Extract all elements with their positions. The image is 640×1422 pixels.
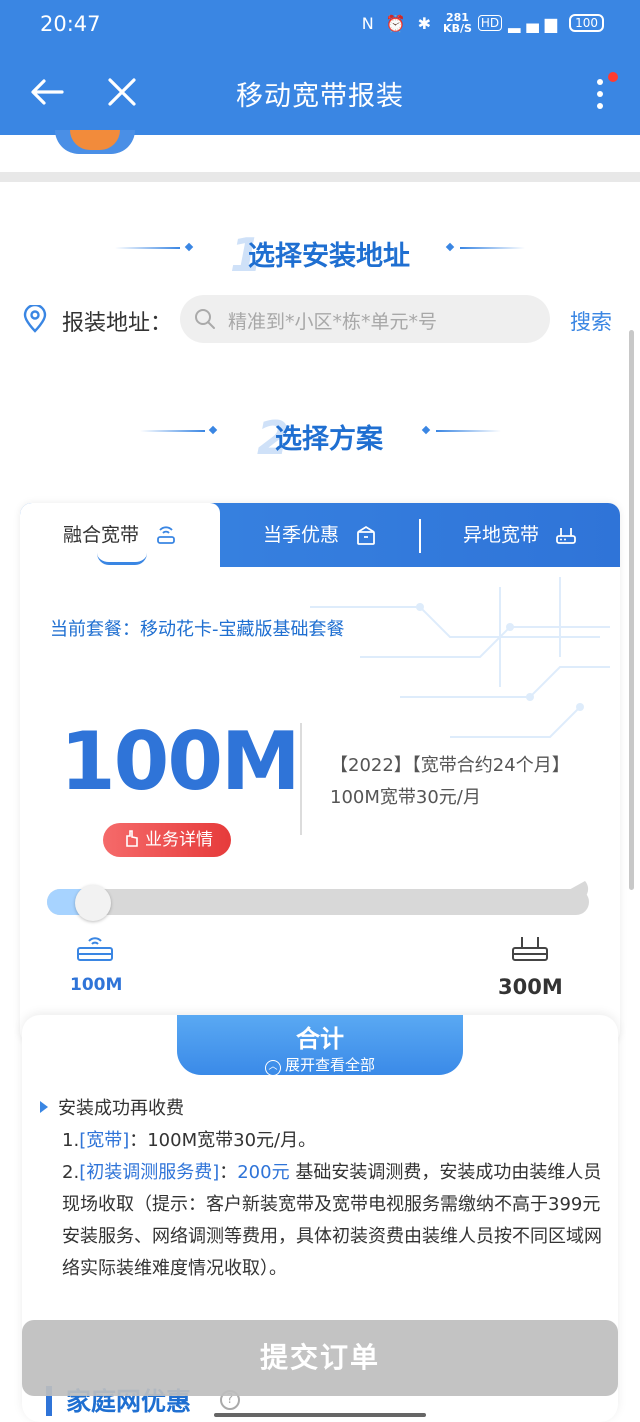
nfc-icon: N <box>361 13 380 33</box>
slider-end-cap <box>549 881 589 901</box>
plan-tabs: 融合宽带 当季优惠 异地宽带 <box>20 503 620 567</box>
tab-label: 异地宽带 <box>462 524 539 546</box>
current-plan-label: 当前套餐：移动花卡-宝藏版基础套餐 <box>50 619 345 640</box>
triangle-bullet-icon <box>40 1101 48 1113</box>
bluetooth-icon: ✱ <box>417 13 438 33</box>
location-pin-icon <box>23 305 47 333</box>
network-speed-unit: KB/S <box>443 22 472 35</box>
clock: 20:47 <box>40 12 101 36</box>
gift-box-icon <box>357 525 375 545</box>
signal-icon: ▂▄▆ <box>508 13 564 33</box>
fee-item-separator: ： <box>219 1162 238 1183</box>
fee-item-price: 200元 <box>237 1162 290 1183</box>
fee-item-tag: [初装调测服务费] <box>79 1162 220 1183</box>
step2-label: 选择方案 <box>275 424 383 455</box>
circuit-background-decoration <box>310 577 610 738</box>
hand-pointer-icon <box>126 830 138 847</box>
step1-title: 1选择安装地址 <box>0 228 640 282</box>
hd-icon: HD <box>477 15 503 31</box>
address-label: 报装地址： <box>62 311 173 336</box>
decor-line <box>460 247 525 249</box>
tab-label: 融合宽带 <box>62 524 139 546</box>
search-icon <box>195 309 215 329</box>
status-icons: N ⏰ ✱ 281 KB/S HD ▂▄▆ 100 <box>362 12 604 34</box>
speed-slider-track[interactable] <box>47 889 589 915</box>
battery-indicator: 100 <box>569 14 604 32</box>
fee-item-tag: [宽带] <box>79 1130 130 1151</box>
fee-list: 安装成功再收费 1.[宽带]：100M宽带30元/月。 2.[初装调测服务费]：… <box>40 1093 604 1285</box>
plan-description: 【2022】【宽带合约24个月】100M宽带30元/月 <box>330 755 570 808</box>
address-placeholder: 精准到*小区*栋*单元*号 <box>228 311 438 333</box>
router-icon <box>556 528 576 544</box>
tab-remote-broadband[interactable]: 异地宽带 <box>420 503 620 567</box>
summary-header[interactable]: 合计 ︿ 展开查看全部 <box>177 1015 463 1076</box>
router-icon <box>512 937 548 961</box>
chevron-up-icon: ︿ <box>264 1060 281 1076</box>
summary-title: 合计 <box>296 1025 344 1053</box>
network-speed: 281 KB/S <box>443 12 472 34</box>
router-wifi-icon <box>77 937 113 961</box>
home-gesture-bar[interactable] <box>214 1413 426 1417</box>
step1-label: 选择安装地址 <box>248 241 410 272</box>
fee-item-installation: 2.[初装调测服务费]：200元 基础安装调测费，安装成功由装维人员现场收取（提… <box>44 1157 604 1285</box>
tab-seasonal-offers[interactable]: 当季优惠 <box>220 503 420 567</box>
step2-title: 2选择方案 <box>0 411 640 465</box>
plan-speed: 100M <box>60 715 301 808</box>
alarm-icon: ⏰ <box>385 13 412 33</box>
wifi-router-icon <box>157 526 175 544</box>
business-details-button[interactable]: 业务详情 <box>103 823 231 857</box>
speed-slider-handle[interactable] <box>75 885 111 921</box>
plan-card: 融合宽带 当季优惠 异地宽带 当前套餐：移动花卡-宝藏版基础套餐 100M 【2… <box>20 503 620 1043</box>
nav-bar: 移动宽带报装 <box>0 50 640 135</box>
decor-line <box>436 430 501 432</box>
notification-dot <box>608 72 618 82</box>
slider-max-label: 300M <box>498 975 563 999</box>
active-tab-indicator <box>97 553 147 565</box>
address-search-input[interactable]: 精准到*小区*栋*单元*号 <box>180 295 550 343</box>
tab-label: 当季优惠 <box>262 524 339 546</box>
vertical-divider <box>300 723 302 835</box>
fee-item-number: 1. <box>62 1130 80 1151</box>
avatar <box>55 130 135 154</box>
tab-fusion-broadband[interactable]: 融合宽带 <box>20 503 220 567</box>
slider-min-label: 100M <box>70 975 123 995</box>
more-menu-icon[interactable] <box>590 74 610 114</box>
status-bar: 20:47 N ⏰ ✱ 281 KB/S HD ▂▄▆ 100 <box>0 0 640 50</box>
expand-all-toggle[interactable]: ︿ 展开查看全部 <box>177 1054 463 1076</box>
fee-item-text: ：100M宽带30元/月。 <box>129 1130 317 1151</box>
business-details-label: 业务详情 <box>145 830 213 850</box>
expand-all-label: 展开查看全部 <box>284 1056 375 1074</box>
page-title: 移动宽带报装 <box>236 81 404 112</box>
fee-section-title: 安装成功再收费 <box>40 1093 604 1125</box>
fee-item-broadband: 1.[宽带]：100M宽带30元/月。 <box>44 1125 604 1157</box>
fee-section-label: 安装成功再收费 <box>58 1098 184 1119</box>
search-button[interactable]: 搜索 <box>570 306 612 336</box>
address-row: 报装地址： 精准到*小区*栋*单元*号 搜索 <box>22 295 622 343</box>
submit-order-button[interactable]: 提交订单 <box>22 1320 618 1396</box>
divider <box>0 172 640 182</box>
fee-item-number: 2. <box>62 1162 80 1183</box>
